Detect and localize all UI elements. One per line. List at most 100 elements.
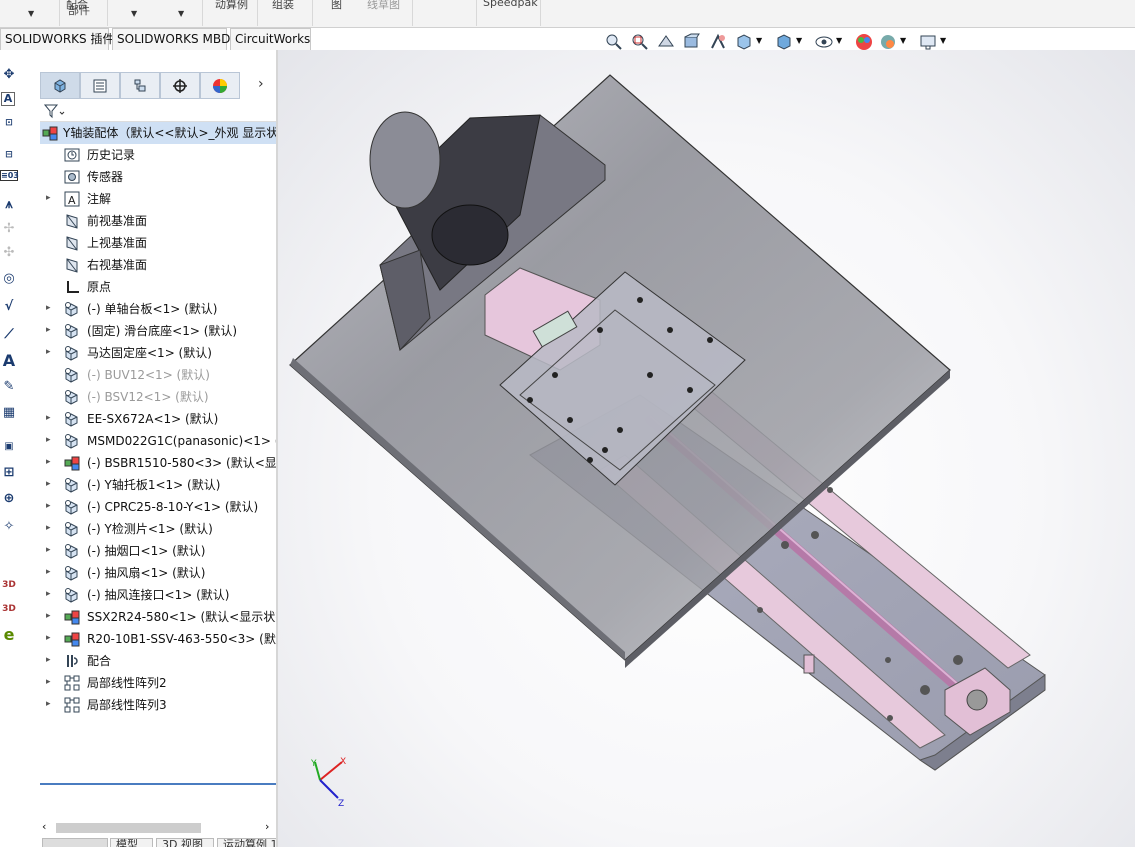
apply-scene-icon[interactable] <box>878 32 898 52</box>
geometric-tolerance-icon[interactable]: ⊕ <box>0 490 18 508</box>
expand-arrow-icon[interactable]: ▸ <box>46 193 54 203</box>
tree-item[interactable]: ▸ SSX2R24-580<1> (默认<显示状态 <box>40 606 276 628</box>
ribbon-group-sketch[interactable]: 图 线草图 <box>313 0 413 26</box>
3d-view-icon[interactable]: ▣ <box>0 438 18 456</box>
datum-icon[interactable]: ≡03 <box>0 170 19 181</box>
chevron-right-icon[interactable]: › <box>258 76 264 92</box>
pdf-export-icon[interactable]: 3D <box>0 600 18 618</box>
tab-dimxpert-manager[interactable] <box>160 72 200 99</box>
tab-model[interactable]: 模型 <box>110 838 153 847</box>
expand-arrow-icon[interactable]: ▸ <box>46 325 54 335</box>
tree-item[interactable]: ▸ EE-SX672A<1> (默认) <box>40 408 276 430</box>
scroll-left-icon[interactable]: ‹ <box>42 820 46 833</box>
ribbon-group-speedpak[interactable]: Speedpak <box>477 0 541 26</box>
chevron-down-icon[interactable]: ▼ <box>900 36 906 45</box>
tree-item[interactable]: ▸ 马达固定座<1> (默认) <box>40 342 276 364</box>
tab-property-manager[interactable] <box>80 72 120 99</box>
expand-arrow-icon[interactable]: ▸ <box>46 501 54 511</box>
auto-balloon-icon[interactable]: ⊟ <box>0 146 18 164</box>
tree-item[interactable]: (-) BUV12<1> (默认) <box>40 364 276 386</box>
expand-arrow-icon[interactable]: ▸ <box>46 545 54 555</box>
tree-item[interactable]: (-) BSV12<1> (默认) <box>40 386 276 408</box>
chevron-down-icon[interactable]: ▼ <box>178 9 184 18</box>
smart-dimension-icon[interactable]: ✥ <box>0 66 18 84</box>
view-settings-icon[interactable] <box>918 32 938 52</box>
tree-item[interactable]: 前视基准面 <box>40 210 276 232</box>
tab-3d-view[interactable]: 3D 视图 <box>156 838 214 847</box>
expand-arrow-icon[interactable]: ▸ <box>46 303 54 313</box>
tree-item[interactable]: ▸ (固定) 滑台底座<1> (默认) <box>40 320 276 342</box>
balloon-icon[interactable]: ⊡ <box>0 114 18 132</box>
weld-symbol-icon[interactable]: ⟋ <box>0 326 18 344</box>
pin-icon[interactable]: ✎ <box>0 378 18 396</box>
expand-arrow-icon[interactable]: ▸ <box>46 435 54 445</box>
tree-item[interactable]: ▸ (-) 抽风扇<1> (默认) <box>40 562 276 584</box>
graphics-viewport[interactable]: X Y Z <box>278 50 1135 847</box>
table-icon[interactable]: ▦ <box>0 404 18 422</box>
tree-root-assembly[interactable]: Y轴装配体（默认<<默认>_外观 显示状 <box>40 122 276 144</box>
ribbon-group-1[interactable]: ▼ <box>0 0 60 26</box>
scroll-right-icon[interactable]: › <box>265 820 269 833</box>
dimxpert-icon[interactable]: ⊞ <box>0 464 18 482</box>
previous-view-icon[interactable] <box>656 32 676 52</box>
expand-arrow-icon[interactable]: ▸ <box>46 479 54 489</box>
tree-item[interactable]: ▸ 局部线性阵列3 <box>40 694 276 716</box>
tab-circuitworks[interactable]: CircuitWorks <box>230 28 311 50</box>
expand-arrow-icon[interactable]: ▸ <box>46 699 54 709</box>
tree-item[interactable]: ▸ (-) Y轴托板1<1> (默认) <box>40 474 276 496</box>
expand-arrow-icon[interactable]: ▸ <box>46 611 54 621</box>
expand-arrow-icon[interactable]: ▸ <box>46 655 54 665</box>
hide-show-items-icon[interactable] <box>814 32 834 52</box>
expand-arrow-icon[interactable]: ▸ <box>46 523 54 533</box>
tree-item[interactable]: ▸ R20-10B1-SSV-463-550<3> (默认 <box>40 628 276 650</box>
tolstatus-icon[interactable]: ✧ <box>0 518 18 536</box>
note-icon[interactable]: A <box>1 92 15 106</box>
surface-roughness-icon[interactable]: √ <box>0 298 18 316</box>
dynamic-annotation-icon[interactable] <box>708 32 728 52</box>
tree-item[interactable]: 右视基准面 <box>40 254 276 276</box>
tab-feature-tree[interactable] <box>40 72 80 99</box>
chevron-down-icon[interactable]: ▼ <box>756 36 762 45</box>
tree-item[interactable]: ▸ (-) 抽风连接口<1> (默认) <box>40 584 276 606</box>
ribbon-group-blank[interactable] <box>413 0 477 26</box>
tree-item[interactable]: 历史记录 <box>40 144 276 166</box>
tree-item[interactable]: ▸ (-) 抽烟口<1> (默认) <box>40 540 276 562</box>
surface-finish-icon[interactable]: ⩚ <box>0 196 18 214</box>
tree-item[interactable]: ▸ 配合 <box>40 650 276 672</box>
tree-item[interactable]: ▸ (-) Y检测片<1> (默认) <box>40 518 276 540</box>
horizontal-scrollbar[interactable]: ‹ › <box>40 820 276 836</box>
tree-item[interactable]: ▸ 局部线性阵列2 <box>40 672 276 694</box>
section-view-icon[interactable] <box>682 32 702 52</box>
expand-arrow-icon[interactable]: ▸ <box>46 567 54 577</box>
expand-arrow-icon[interactable]: ▸ <box>46 457 54 467</box>
tree-item[interactable]: ▸ MSMD022G1C(panasonic)<1> ( <box>40 430 276 452</box>
expand-arrow-icon[interactable]: ▸ <box>46 677 54 687</box>
expand-arrow-icon[interactable]: ▸ <box>46 589 54 599</box>
tree-item[interactable]: ▸ (-) 单轴台板<1> (默认) <box>40 298 276 320</box>
tree-item[interactable]: ▸ A 注解 <box>40 188 276 210</box>
tab-solidworks-addins[interactable]: SOLIDWORKS 插件 <box>0 28 114 50</box>
chevron-down-icon[interactable]: ▼ <box>796 36 802 45</box>
tree-item[interactable]: ▸ (-) CPRC25-8-10-Y<1> (默认) <box>40 496 276 518</box>
chevron-down-icon[interactable]: ▼ <box>836 36 842 45</box>
chevron-down-icon[interactable]: ▼ <box>131 9 137 18</box>
ribbon-group-assembly[interactable]: 组装 <box>258 0 313 26</box>
expand-arrow-icon[interactable]: ▸ <box>46 633 54 643</box>
text-icon[interactable]: A <box>0 352 18 370</box>
zoom-to-fit-icon[interactable] <box>604 32 624 52</box>
edrawings-icon[interactable]: e <box>0 626 18 644</box>
view-orientation-icon[interactable] <box>734 32 754 52</box>
tree-item[interactable]: ▸ (-) BSBR1510-580<3> (默认<显示 <box>40 452 276 474</box>
ribbon-group-parts[interactable]: 部件 <box>60 4 108 30</box>
tab-blank[interactable] <box>42 838 108 847</box>
scrollbar-thumb[interactable] <box>56 823 201 833</box>
tree-item[interactable]: 上视基准面 <box>40 232 276 254</box>
zoom-area-icon[interactable] <box>630 32 650 52</box>
tab-display-manager[interactable] <box>200 72 240 99</box>
display-style-icon[interactable] <box>774 32 794 52</box>
edit-appearance-icon[interactable] <box>854 32 874 52</box>
datum-target-icon[interactable]: ◎ <box>0 270 18 288</box>
expand-arrow-icon[interactable]: ▸ <box>46 347 54 357</box>
pdf-publish-icon[interactable]: 3D <box>0 576 18 594</box>
chevron-down-icon[interactable]: ▼ <box>940 36 946 45</box>
